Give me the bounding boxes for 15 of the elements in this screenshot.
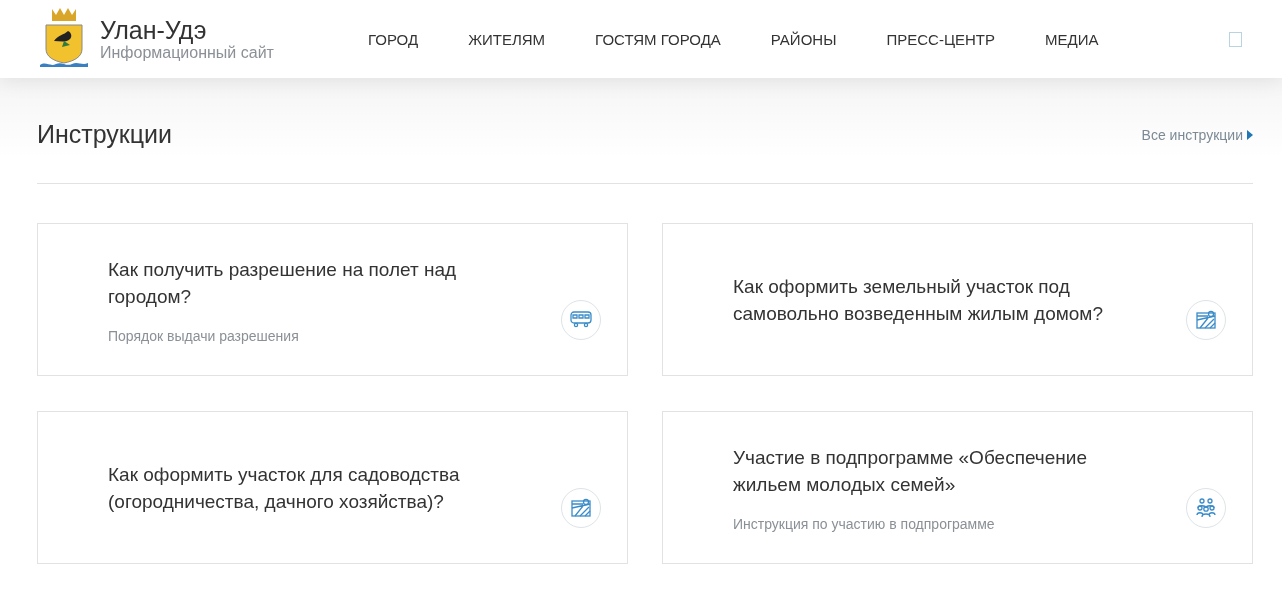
card-subtitle: Инструкция по участию в подпрограмме: [733, 515, 996, 532]
nav-link[interactable]: ГОРОД: [368, 30, 419, 48]
nav-link[interactable]: ГОСТЯМ ГОРОДА: [595, 30, 721, 48]
caret-icon: [1247, 129, 1253, 140]
nav-link[interactable]: ЖИТЕЛЯМ: [468, 30, 546, 48]
nav-link[interactable]: МЕДИА: [1045, 30, 1099, 48]
card-subtitle: Порядок выдачи разрешения: [108, 327, 300, 344]
card-title[interactable]: Участие в подпрограмме «Обеспечение жильем молодых семей»: [733, 443, 1133, 498]
all-instructions-link[interactable]: Все инструкции: [1141, 118, 1253, 143]
nav-link[interactable]: РАЙОНЫ: [770, 30, 837, 48]
nav-link[interactable]: ПРЕСС-ЦЕНТР: [886, 30, 995, 48]
site-name: Улан-Удэ: [100, 16, 207, 44]
site-subtitle: Информационный сайт: [100, 44, 274, 62]
card-title[interactable]: Как получить разрешение на полет над городом?: [108, 255, 508, 310]
section-title: Инструкции: [37, 119, 173, 149]
